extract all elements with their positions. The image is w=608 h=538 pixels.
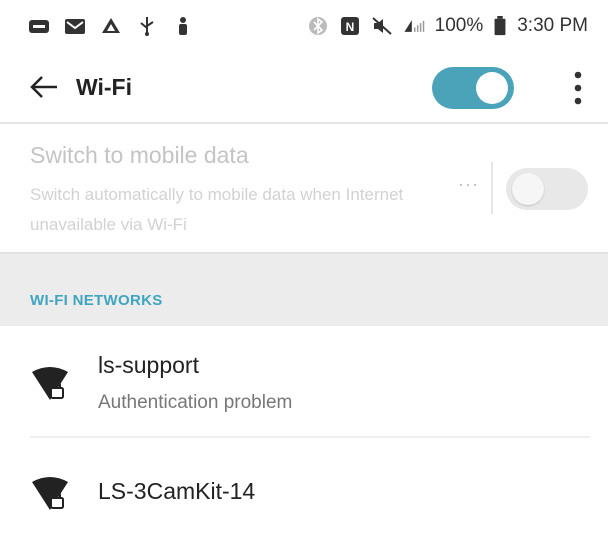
nfc-icon: N [340,17,359,35]
network-item-ls-3camkit-14[interactable]: LS-3CamKit-14 [0,438,608,538]
wifi-lock-icon [32,477,68,510]
usb-icon [140,17,154,36]
battery-icon [494,16,506,36]
clock: 3:30 PM [517,15,588,36]
network-name: LS-3CamKit-14 [98,478,256,504]
back-button[interactable] [14,57,74,117]
more-options-button[interactable] [558,64,598,112]
person-icon [179,17,187,35]
arrow-left-icon [30,76,57,98]
message-icon [29,20,49,33]
status-bar-left [28,16,194,36]
status-bar: N 100% 3:30 PM [0,0,608,52]
mobile-data-title: Switch to mobile data [30,142,249,168]
vertical-divider [491,162,493,214]
network-item-ls-support[interactable]: ls-support Authentication problem [0,326,608,436]
wifi-toggle[interactable] [432,67,514,109]
network-name: ls-support [98,352,199,378]
mobile-data-more: ··· [458,174,479,194]
network-status: Authentication problem [98,392,293,413]
svg-text:N: N [345,20,354,34]
mobile-data-toggle[interactable] [506,168,588,210]
battery-percent: 100% [434,15,484,36]
mobile-data-subtitle: Switch automatically to mobile data when… [30,185,404,234]
page-title: Wi-Fi [76,73,132,100]
mute-icon [371,17,392,35]
section-label: WI-FI NETWORKS [30,292,163,309]
mobile-data-setting: Switch to mobile data Switch automatical… [0,124,608,252]
section-header: WI-FI NETWORKS [0,252,608,326]
gmail-icon [65,19,85,34]
toggle-knob [476,72,508,104]
toggle-knob [512,173,544,205]
bluetooth-icon [308,17,327,35]
app-bar: Wi-Fi [0,52,608,122]
more-vert-icon [574,71,582,105]
drive-icon [102,18,120,33]
wifi-lock-icon [32,367,68,400]
status-bar-right: N 100% 3:30 PM [307,15,588,37]
signal-icon [404,20,424,32]
